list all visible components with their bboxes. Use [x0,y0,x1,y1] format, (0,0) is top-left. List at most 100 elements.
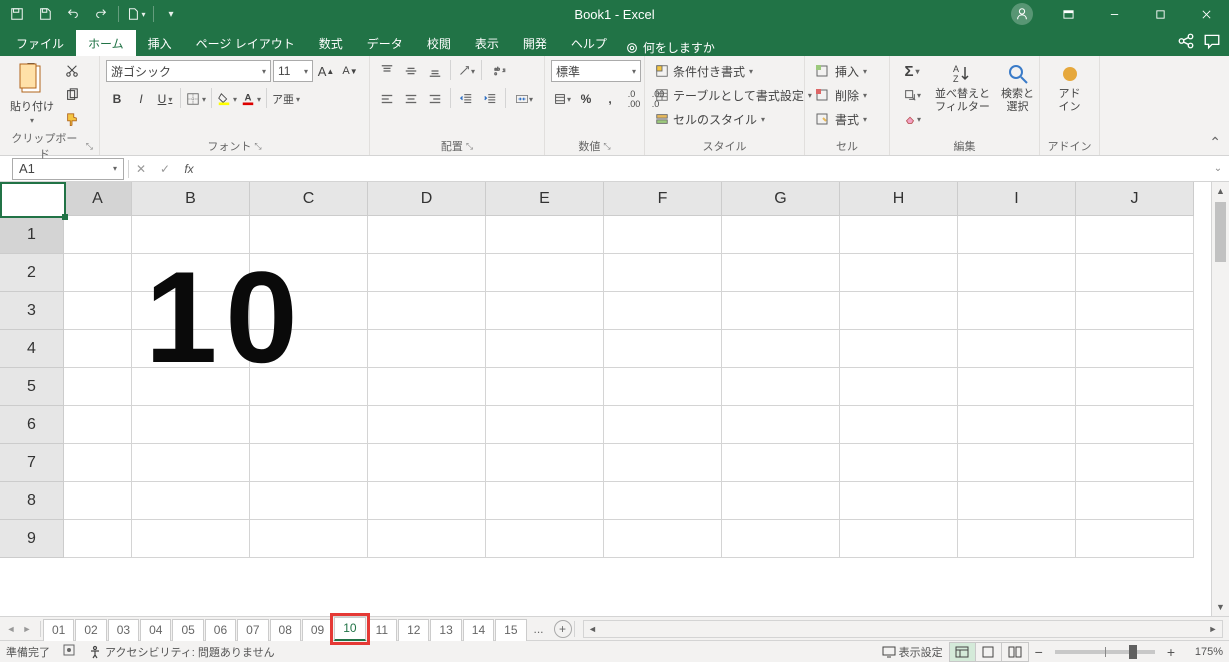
tab-file[interactable]: ファイル [4,30,76,56]
macro-record-icon[interactable] [62,643,76,660]
insert-function-icon[interactable]: fx [177,158,201,180]
cell[interactable] [132,292,250,330]
number-format-combo[interactable]: 標準▾ [551,60,641,82]
cell[interactable] [250,254,368,292]
sheet-tab-07[interactable]: 07 [237,619,268,641]
formula-enter-icon[interactable]: ✓ [153,158,177,180]
cell[interactable] [368,444,486,482]
cell[interactable] [368,368,486,406]
scroll-left-icon[interactable]: ◄ [584,624,602,634]
cell[interactable] [368,520,486,558]
align-right-icon[interactable] [424,88,446,110]
increase-font-icon[interactable]: A▲ [315,60,337,82]
scroll-up-icon[interactable]: ▲ [1212,182,1229,200]
sheet-tab-10[interactable]: 10 [334,617,365,641]
tab-insert[interactable]: 挿入 [136,30,184,56]
more-tabs-indicator[interactable]: ... [528,622,550,636]
tab-formulas[interactable]: 数式 [307,30,355,56]
number-dialog-launcher-icon[interactable]: ⤡ [603,141,610,152]
copy-icon[interactable] [61,84,83,106]
normal-view-icon[interactable] [950,643,976,661]
cell[interactable] [250,330,368,368]
formula-input[interactable] [201,158,1207,180]
cell[interactable] [722,482,840,520]
scroll-right-icon[interactable]: ► [1204,624,1222,634]
zoom-in-button[interactable]: + [1167,644,1175,660]
align-bottom-icon[interactable] [424,60,446,82]
cell[interactable] [64,368,132,406]
cell[interactable] [1076,520,1194,558]
cell[interactable] [64,406,132,444]
cell[interactable] [958,444,1076,482]
sort-filter-button[interactable]: AZ 並べ替えと フィルター [931,60,994,116]
row-header-5[interactable]: 5 [0,368,64,406]
alignment-dialog-launcher-icon[interactable]: ⤡ [466,141,473,152]
cell[interactable] [486,444,604,482]
autosum-icon[interactable]: Σ▾ [896,60,928,82]
cell[interactable] [1076,482,1194,520]
tab-page-layout[interactable]: ページ レイアウト [184,30,307,56]
cell[interactable] [368,216,486,254]
cell[interactable] [486,520,604,558]
row-header-4[interactable]: 4 [0,330,64,368]
cell[interactable] [486,330,604,368]
close-button[interactable] [1183,0,1229,28]
cell[interactable] [958,330,1076,368]
cell[interactable] [604,330,722,368]
cell[interactable] [1076,330,1194,368]
cell[interactable] [722,406,840,444]
cell[interactable] [64,444,132,482]
cell[interactable] [840,368,958,406]
clear-icon[interactable]: ▾ [896,108,928,130]
cut-icon[interactable] [61,60,83,82]
zoom-slider-thumb[interactable] [1129,645,1137,659]
cell[interactable] [722,444,840,482]
save-icon[interactable] [34,3,56,25]
cell[interactable] [368,406,486,444]
cell[interactable] [722,254,840,292]
undo-icon[interactable] [62,3,84,25]
cell[interactable] [132,520,250,558]
cell[interactable] [132,368,250,406]
bold-button[interactable]: B [106,88,128,110]
sheet-tab-05[interactable]: 05 [172,619,203,641]
row-header-6[interactable]: 6 [0,406,64,444]
scroll-down-icon[interactable]: ▼ [1212,598,1229,616]
formula-cancel-icon[interactable]: ✕ [129,158,153,180]
column-header-G[interactable]: G [722,182,840,216]
tell-me-search[interactable]: 何をしますか [625,39,715,56]
cell[interactable] [368,330,486,368]
decrease-font-icon[interactable]: A▼ [339,60,361,82]
cell[interactable] [604,292,722,330]
cell[interactable] [250,520,368,558]
cell[interactable] [1076,368,1194,406]
cell[interactable] [64,216,132,254]
tab-scroll-right-icon[interactable]: ► [20,620,34,638]
cell[interactable] [1076,444,1194,482]
cell[interactable] [250,216,368,254]
sheet-tab-13[interactable]: 13 [430,619,461,641]
increase-indent-icon[interactable] [479,88,501,110]
row-header-8[interactable]: 8 [0,482,64,520]
cell[interactable] [132,330,250,368]
row-header-2[interactable]: 2 [0,254,64,292]
zoom-percent[interactable]: 175% [1181,646,1223,658]
cell[interactable] [132,406,250,444]
tab-help[interactable]: ヘルプ [559,30,619,56]
sheet-tab-15[interactable]: 15 [495,619,526,641]
format-as-table-button[interactable]: テーブルとして書式設定▾ [651,84,816,106]
qat-customize-icon[interactable]: ▾ [160,3,182,25]
cell[interactable] [1076,406,1194,444]
new-sheet-button[interactable]: + [554,620,572,638]
maximize-button[interactable] [1137,0,1183,28]
redo-icon[interactable] [90,3,112,25]
clipboard-dialog-launcher-icon[interactable]: ⤡ [86,141,93,152]
cell[interactable] [1076,216,1194,254]
tab-data[interactable]: データ [355,30,415,56]
cell[interactable] [368,292,486,330]
row-header-3[interactable]: 3 [0,292,64,330]
cell[interactable] [250,444,368,482]
sheet-tab-01[interactable]: 01 [43,619,74,641]
cell[interactable] [722,520,840,558]
cell[interactable] [722,292,840,330]
